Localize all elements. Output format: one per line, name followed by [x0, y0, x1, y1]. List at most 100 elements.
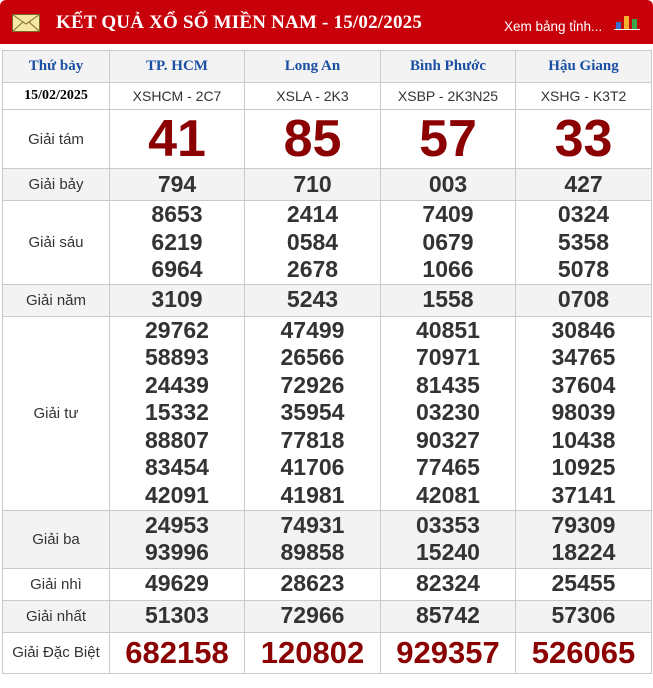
prize-number: 8653 [151, 201, 203, 227]
prize-number: 0324 [557, 201, 610, 227]
province-code[interactable]: XSBP - 2K3N25 [380, 82, 516, 110]
prize-number: 72966 [244, 599, 381, 633]
prize-row-g5: Giải năm 3109 5243 1558 0708 [2, 283, 652, 317]
province-name[interactable]: Long An [244, 50, 381, 83]
province-code[interactable]: XSHCM - 2C7 [109, 82, 245, 110]
prize-number: 74931 [280, 511, 345, 538]
prize-number: 77465 [416, 454, 480, 481]
prize-number: 51303 [109, 599, 245, 633]
prize-row-g4: Giải tư 29762 58893 24439 15332 88807 83… [2, 315, 652, 511]
prize-label: Giải ba [2, 509, 110, 569]
prize-label: Giải tám [2, 109, 110, 169]
prize-cell: 40851 70971 81435 03230 90327 77465 4208… [380, 315, 516, 511]
prize-number: 83454 [145, 454, 209, 481]
special-prize-number: 120802 [244, 631, 381, 674]
results-table: Thứ bảy TP. HCM Long An Bình Phước Hậu G… [2, 50, 652, 674]
prize-number: 72926 [280, 371, 345, 398]
prize-number: 24439 [145, 371, 209, 398]
province-name[interactable]: Hậu Giang [515, 50, 652, 83]
prize-row-g6: Giải sáu 8653 6219 6964 2414 0584 2678 7… [2, 200, 652, 285]
prize-number: 28623 [244, 567, 381, 601]
prize-number: 30846 [551, 316, 616, 343]
prize-number: 03353 [416, 511, 480, 538]
prize-cell: 29762 58893 24439 15332 88807 83454 4209… [109, 315, 245, 511]
view-province-table-link[interactable]: Xem bảng tỉnh... [504, 19, 602, 34]
prize-row-g7: Giải bảy 794 710 003 427 [2, 168, 652, 201]
prize-number: 5078 [557, 256, 610, 282]
prize-number: 41706 [280, 454, 345, 481]
prize-number: 57306 [515, 599, 652, 633]
prize-cell: 8653 6219 6964 [109, 200, 245, 285]
prize-label: Giải năm [2, 283, 110, 317]
province-name[interactable]: Bình Phước [380, 50, 516, 83]
day-label: Thứ bảy [2, 50, 110, 83]
prize-cell: 79309 18224 [515, 509, 652, 569]
prize-number: 10438 [551, 426, 616, 453]
prize-number: 49629 [109, 567, 245, 601]
prize-number: 29762 [145, 316, 209, 343]
prize-row-special: Giải Đặc Biệt 682158 120802 929357 52606… [2, 631, 652, 674]
prize-number: 42091 [145, 481, 209, 508]
province-code[interactable]: XSLA - 2K3 [244, 82, 381, 110]
prize-cell: 74931 89858 [244, 509, 381, 569]
prize-number: 10925 [551, 454, 616, 481]
prize-number: 2414 [286, 201, 339, 227]
prize-number: 79309 [551, 511, 616, 538]
prize-number: 5358 [557, 228, 610, 255]
prize-number: 93996 [145, 539, 209, 565]
prize-label: Giải sáu [2, 200, 110, 285]
prize-number: 6964 [151, 256, 203, 282]
prize-row-g2: Giải nhì 49629 28623 82324 25455 [2, 567, 652, 601]
prize-label: Giải tư [2, 315, 110, 511]
prize-number: 42081 [416, 481, 480, 508]
prize-row-g3: Giải ba 24953 93996 74931 89858 03353 15… [2, 509, 652, 569]
bar-chart-icon[interactable] [614, 12, 640, 30]
prize-label: Giải Đặc Biệt [2, 631, 110, 674]
special-prize-number: 682158 [109, 631, 245, 674]
prize-number: 57 [380, 109, 516, 169]
prize-cell: 03353 15240 [380, 509, 516, 569]
province-header-row: Thứ bảy TP. HCM Long An Bình Phước Hậu G… [2, 50, 652, 83]
prize-label: Giải nhất [2, 599, 110, 633]
prize-number: 37604 [551, 371, 616, 398]
envelope-icon [12, 14, 40, 32]
prize-number: 81435 [416, 371, 480, 398]
lottery-results-widget: KẾT QUẢ XỔ SỐ MIỀN NAM - 15/02/2025 Xem … [0, 0, 653, 688]
prize-number: 90327 [416, 426, 480, 453]
prize-number: 1066 [422, 256, 474, 282]
prize-number: 58893 [145, 344, 209, 371]
special-prize-number: 526065 [515, 631, 652, 674]
prize-number: 41 [109, 109, 245, 169]
special-prize-number: 929357 [380, 631, 516, 674]
draw-date: 15/02/2025 [2, 82, 110, 110]
prize-number: 33 [515, 109, 652, 169]
province-code[interactable]: XSHG - K3T2 [515, 82, 652, 110]
prize-number: 82324 [380, 567, 516, 601]
prize-row-g1: Giải nhất 51303 72966 85742 57306 [2, 599, 652, 633]
prize-number: 03230 [416, 399, 480, 426]
prize-number: 003 [380, 168, 516, 201]
prize-number: 40851 [416, 316, 480, 343]
prize-cell: 2414 0584 2678 [244, 200, 381, 285]
prize-cell: 30846 34765 37604 98039 10438 10925 3714… [515, 315, 652, 511]
province-code-row: 15/02/2025 XSHCM - 2C7 XSLA - 2K3 XSBP -… [2, 82, 652, 110]
prize-number: 3109 [109, 283, 245, 317]
prize-number: 15240 [416, 539, 480, 565]
prize-number: 77818 [280, 426, 345, 453]
prize-number: 85742 [380, 599, 516, 633]
prize-number: 1558 [380, 283, 516, 317]
prize-number: 0708 [515, 283, 652, 317]
prize-number: 37141 [551, 481, 616, 508]
prize-number: 24953 [145, 511, 209, 538]
prize-number: 18224 [551, 539, 616, 565]
prize-number: 15332 [145, 399, 209, 426]
prize-number: 794 [109, 168, 245, 201]
prize-cell: 24953 93996 [109, 509, 245, 569]
prize-number: 427 [515, 168, 652, 201]
prize-number: 26566 [280, 344, 345, 371]
prize-cell: 7409 0679 1066 [380, 200, 516, 285]
prize-number: 0679 [422, 228, 474, 255]
province-name[interactable]: TP. HCM [109, 50, 245, 83]
prize-row-g8: Giải tám 41 85 57 33 [2, 109, 652, 169]
prize-number: 89858 [280, 539, 345, 565]
